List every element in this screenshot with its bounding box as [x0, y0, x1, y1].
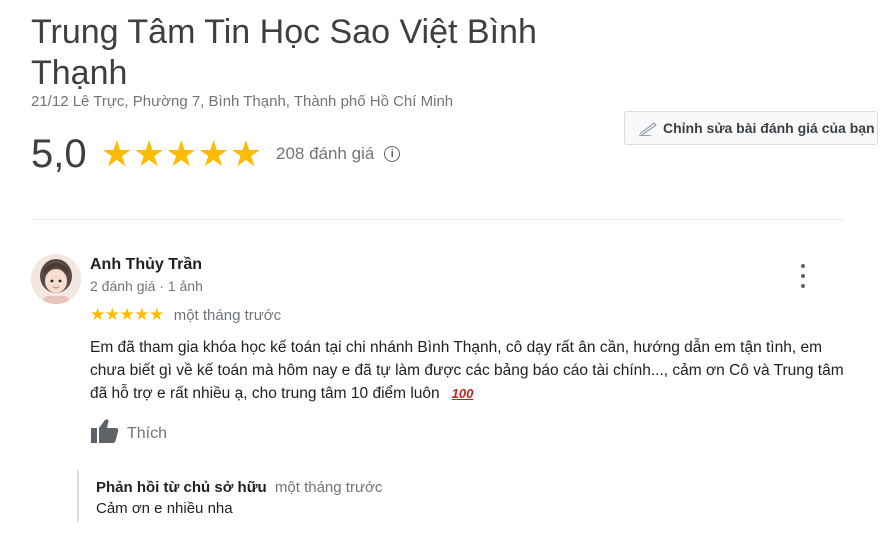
owner-reply-label: Phản hồi từ chủ sở hữu — [96, 479, 267, 496]
rating-summary: 5,0 ★★★★★ 208 đánh giá i — [31, 131, 401, 176]
rating-stars: ★★★★★ — [100, 133, 262, 174]
review-time: một tháng trước — [173, 306, 282, 324]
review-text: Em đã tham gia khóa học kế toán tại chi … — [90, 336, 850, 405]
like-label: Thích — [127, 424, 168, 442]
pencil-icon — [637, 120, 659, 136]
edit-review-label: Chỉnh sửa bài đánh giá của bạn — [663, 120, 875, 136]
reviewer-avatar[interactable] — [31, 254, 81, 304]
reviewer-name[interactable]: Anh Thủy Trần — [90, 256, 202, 274]
review-count-link[interactable]: 208 đánh giá — [276, 144, 374, 164]
place-address: 21/12 Lê Trực, Phường 7, Bình Thạnh, Thà… — [31, 93, 454, 110]
like-button[interactable]: Thích — [90, 418, 167, 449]
place-title: Trung Tâm Tin Học Sao Việt Bình Thạnh — [31, 13, 537, 92]
more-options-icon[interactable] — [796, 264, 810, 288]
edit-review-button[interactable]: Chỉnh sửa bài đánh giá của bạn — [624, 111, 878, 145]
reply-indent-bar — [77, 470, 79, 522]
review-rating: ★★★★★ một tháng trước — [90, 305, 281, 325]
owner-reply-time: một tháng trước — [274, 479, 383, 496]
rating-value: 5,0 — [31, 131, 87, 176]
review-stars: ★★★★★ — [90, 305, 164, 324]
reviewer-meta: 2 đánh giá · 1 ảnh — [90, 278, 203, 294]
hundred-points-icon: 100 — [451, 386, 474, 401]
owner-reply-header: Phản hồi từ chủ sở hữu một tháng trước — [96, 479, 382, 496]
thumbs-up-icon — [90, 418, 119, 449]
divider — [31, 219, 843, 220]
owner-reply-text: Cảm ơn e nhiều nha — [96, 500, 233, 517]
info-icon[interactable]: i — [384, 146, 401, 162]
